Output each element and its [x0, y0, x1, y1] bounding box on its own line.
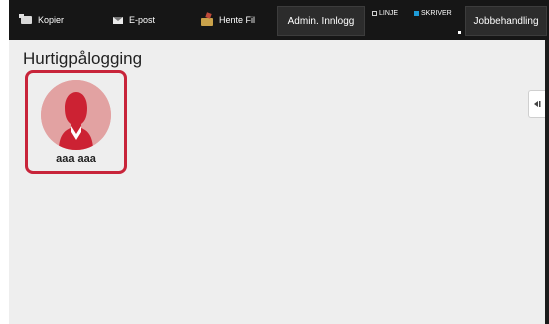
status-printer-label: SKRIVER [421, 10, 452, 17]
user-name: aaa aaa [56, 153, 96, 165]
status-line: LINJE [372, 10, 398, 17]
folder-icon [201, 18, 213, 26]
admin-login-label: Admin. Innlogg [287, 15, 355, 27]
job-status-button[interactable]: Jobbehandling [465, 6, 547, 36]
admin-login-button[interactable]: Admin. Innlogg [277, 6, 365, 36]
device-screen: Kopier E-post Hente Fil Admin. Innlogg L… [9, 0, 549, 324]
tab-copier[interactable]: Kopier [19, 0, 65, 40]
main-content: Hurtigpålogging aaa aaa [9, 40, 545, 324]
status-line-label: LINJE [379, 10, 399, 17]
tab-email[interactable]: E-post [113, 0, 155, 40]
mail-icon [113, 16, 123, 24]
job-status-label: Jobbehandling [473, 15, 539, 27]
page-title: Hurtigpålogging [23, 49, 143, 68]
line-status-icon [372, 11, 377, 16]
tab-copier-label: Kopier [38, 15, 65, 25]
top-toolbar: Kopier E-post Hente Fil Admin. Innlogg L… [9, 0, 549, 40]
person-icon [41, 80, 111, 150]
tab-retrieve-file-label: Hente Fil [219, 15, 256, 25]
user-tile[interactable]: aaa aaa [25, 70, 127, 174]
status-indicator-dot [458, 31, 461, 34]
printer-status-icon [414, 11, 419, 16]
status-printer: SKRIVER [414, 10, 452, 17]
user-avatar [41, 80, 111, 150]
chevron-left-icon [534, 101, 541, 107]
tab-retrieve-file[interactable]: Hente Fil [201, 0, 255, 40]
copier-icon [19, 14, 32, 24]
tab-email-label: E-post [129, 15, 156, 25]
side-panel-toggle[interactable] [528, 90, 545, 118]
